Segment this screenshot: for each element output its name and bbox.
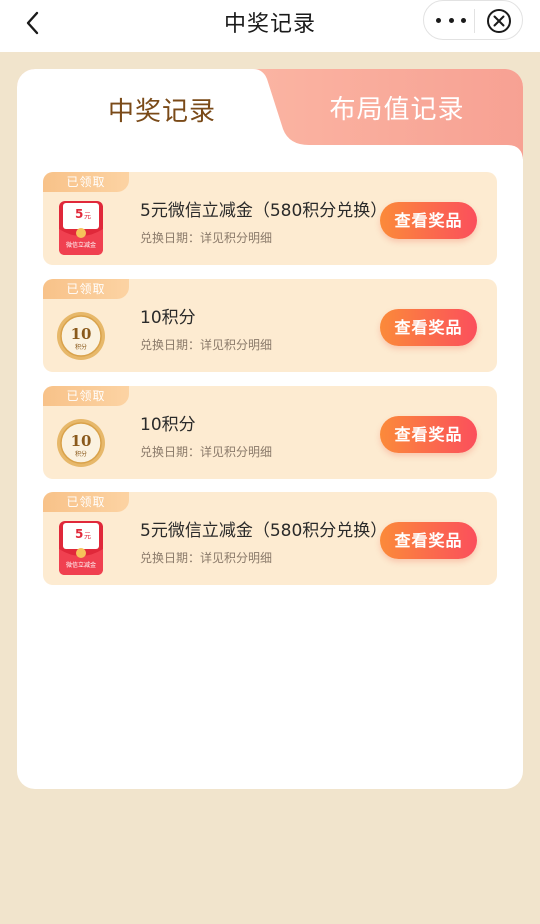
prize-name: 5元微信立减金（580积分兑换） [140, 201, 388, 221]
navigation-bar: 中奖记录 [0, 0, 540, 52]
prize-name: 10积分 [140, 308, 196, 328]
view-prize-button[interactable]: 查看奖品 [380, 202, 477, 239]
svg-text:元: 元 [84, 532, 91, 540]
red-envelope-icon: 5 元 微信立减金 [55, 199, 110, 259]
mini-program-capsule [423, 0, 523, 40]
exchange-date: 兑换日期：详见积分明细 [140, 231, 273, 245]
claimed-tag: 已领取 [43, 172, 129, 192]
capsule-divider [474, 9, 475, 33]
exchange-date: 兑换日期：详见积分明细 [140, 338, 273, 352]
svg-text:10: 10 [71, 432, 92, 450]
view-prize-button[interactable]: 查看奖品 [380, 309, 477, 346]
exchange-date: 兑换日期：详见积分明细 [140, 551, 273, 565]
svg-text:5: 5 [75, 207, 83, 221]
view-prize-button[interactable]: 查看奖品 [380, 416, 477, 453]
prize-name: 5元微信立减金（580积分兑换） [140, 521, 388, 541]
more-icon[interactable] [436, 10, 466, 30]
claimed-tag: 已领取 [43, 386, 129, 406]
red-envelope-icon: 5 元 微信立减金 [55, 519, 110, 579]
svg-text:微信立减金: 微信立减金 [66, 241, 96, 249]
svg-text:积分: 积分 [75, 343, 87, 351]
points-coin-icon: 10 积分 [55, 306, 110, 366]
claimed-tag: 已领取 [43, 492, 129, 512]
points-coin-icon: 10 积分 [55, 413, 110, 473]
tab-layout-value-records[interactable]: 布局值记录 [307, 89, 487, 126]
prize-name: 10积分 [140, 415, 196, 435]
svg-text:5: 5 [75, 527, 83, 541]
record-card: 中奖记录 布局值记录 已领取 5 元 微信立减金 5元微信立减金（580积分兑换… [17, 69, 523, 789]
record-item: 已领取 5 元 微信立减金 5元微信立减金（580积分兑换） 兑换日期：详见积分… [43, 492, 497, 585]
active-tab-shape [17, 69, 523, 189]
view-prize-button[interactable]: 查看奖品 [380, 522, 477, 559]
svg-text:10: 10 [71, 325, 92, 343]
svg-text:元: 元 [84, 212, 91, 220]
record-item: 已领取 5 元 微信立减金 5元微信立减金（580积分兑换） 兑换日期：详见积分… [43, 172, 497, 265]
record-item: 已领取 10 积分 10积分 兑换日期：详见积分明细 查看奖品 [43, 386, 497, 479]
tab-winning-records[interactable]: 中奖记录 [77, 91, 247, 128]
svg-text:积分: 积分 [75, 450, 87, 458]
exchange-date: 兑换日期：详见积分明细 [140, 445, 273, 459]
svg-text:微信立减金: 微信立减金 [66, 561, 96, 569]
record-item: 已领取 10 积分 10积分 兑换日期：详见积分明细 查看奖品 [43, 279, 497, 372]
close-circle-icon[interactable] [486, 8, 512, 34]
claimed-tag: 已领取 [43, 279, 129, 299]
